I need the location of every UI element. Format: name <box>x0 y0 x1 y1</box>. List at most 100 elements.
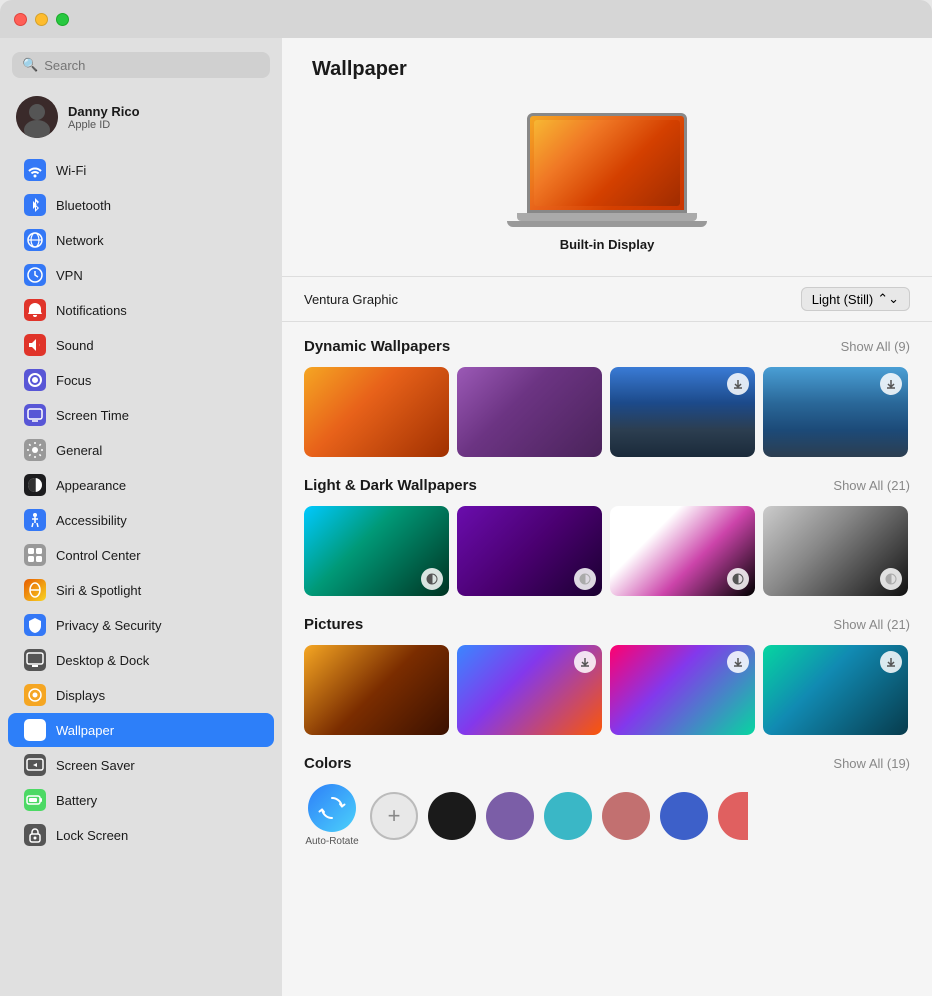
sidebar-item-siri[interactable]: Siri & Spotlight <box>8 573 274 607</box>
dynamic-thumb-4[interactable] <box>763 367 908 457</box>
mode-badge-4 <box>880 568 902 590</box>
picture-thumb-3[interactable] <box>610 645 755 735</box>
picture-thumb-2[interactable] <box>457 645 602 735</box>
sidebar-label-screensaver: Screen Saver <box>56 758 135 773</box>
search-icon: 🔍 <box>22 57 38 73</box>
download-badge-p3 <box>727 651 749 673</box>
display-preview: Built-in Display <box>282 93 932 276</box>
dynamic-thumb-1[interactable] <box>304 367 449 457</box>
color-swatch-purple[interactable] <box>486 792 534 840</box>
download-badge-p2 <box>574 651 596 673</box>
sidebar-label-sound: Sound <box>56 338 94 353</box>
color-swatch-blue[interactable] <box>660 792 708 840</box>
picture-thumb-1[interactable] <box>304 645 449 735</box>
picture-thumb-4[interactable] <box>763 645 908 735</box>
pictures-show-all[interactable]: Show All (21) <box>833 617 910 632</box>
titlebar <box>0 0 932 38</box>
privacy-icon <box>24 614 46 636</box>
sidebar-item-screensaver[interactable]: Screen Saver <box>8 748 274 782</box>
sidebar-item-wallpaper[interactable]: Wallpaper <box>8 713 274 747</box>
color-swatch-partial <box>718 792 748 840</box>
laptop-bottom <box>507 221 707 227</box>
sidebar-item-sound[interactable]: Sound <box>8 328 274 362</box>
maximize-button[interactable] <box>56 13 69 26</box>
sidebar-label-notifications: Notifications <box>56 303 127 318</box>
close-button[interactable] <box>14 13 27 26</box>
sidebar-label-privacy: Privacy & Security <box>56 618 161 633</box>
sidebar-label-bluetooth: Bluetooth <box>56 198 111 213</box>
search-bar[interactable]: 🔍 <box>12 52 270 78</box>
sidebar-item-network[interactable]: Network <box>8 223 274 257</box>
minimize-button[interactable] <box>35 13 48 26</box>
sidebar-label-siri: Siri & Spotlight <box>56 583 141 598</box>
add-color-button[interactable]: + <box>370 792 418 840</box>
bluetooth-icon <box>24 194 46 216</box>
sidebar-item-vpn[interactable]: VPN <box>8 258 274 292</box>
user-subtitle: Apple ID <box>68 119 140 131</box>
sidebar-item-displays[interactable]: Displays <box>8 678 274 712</box>
appearance-icon <box>24 474 46 496</box>
color-swatch-black[interactable] <box>428 792 476 840</box>
sidebar-label-screentime: Screen Time <box>56 408 129 423</box>
sidebar-item-wifi[interactable]: Wi-Fi <box>8 153 274 187</box>
sidebar-label-wallpaper: Wallpaper <box>56 723 114 738</box>
lightdark-show-all[interactable]: Show All (21) <box>833 478 910 493</box>
sidebar-item-general[interactable]: General <box>8 433 274 467</box>
dynamic-wallpapers-section: Dynamic Wallpapers Show All (9) <box>282 338 932 477</box>
sound-icon <box>24 334 46 356</box>
general-icon <box>24 439 46 461</box>
lightdark-section-header: Light & Dark Wallpapers Show All (21) <box>304 477 910 494</box>
wallpaper-style-label: Light (Still) <box>812 292 873 307</box>
battery-icon <box>24 789 46 811</box>
dynamic-thumb-3[interactable] <box>610 367 755 457</box>
sidebar-item-focus[interactable]: Focus <box>8 363 274 397</box>
lightdark-thumb-2[interactable] <box>457 506 602 596</box>
focus-icon <box>24 369 46 391</box>
sidebar-label-desktop: Desktop & Dock <box>56 653 149 668</box>
sidebar-item-notifications[interactable]: Notifications <box>8 293 274 327</box>
colors-show-all[interactable]: Show All (19) <box>833 756 910 771</box>
sidebar-label-network: Network <box>56 233 104 248</box>
chevron-updown-icon: ⌃⌄ <box>877 291 899 307</box>
colors-section-title: Colors <box>304 755 352 772</box>
lightdark-thumb-3[interactable] <box>610 506 755 596</box>
pictures-section: Pictures Show All (21) <box>282 616 932 755</box>
wallpaper-icon <box>24 719 46 741</box>
auto-rotate-label: Auto-Rotate <box>305 836 358 847</box>
dynamic-section-title: Dynamic Wallpapers <box>304 338 450 355</box>
sidebar-item-screentime[interactable]: Screen Time <box>8 398 274 432</box>
sidebar-item-appearance[interactable]: Appearance <box>8 468 274 502</box>
current-wallpaper-name: Ventura Graphic <box>304 292 398 307</box>
search-input[interactable] <box>44 58 260 73</box>
dynamic-thumb-2[interactable] <box>457 367 602 457</box>
sidebar-item-controlcenter[interactable]: Control Center <box>8 538 274 572</box>
user-name: Danny Rico <box>68 104 140 119</box>
sidebar-item-accessibility[interactable]: Accessibility <box>8 503 274 537</box>
color-swatch-rose[interactable] <box>602 792 650 840</box>
sidebar-item-privacy[interactable]: Privacy & Security <box>8 608 274 642</box>
mode-badge-1 <box>421 568 443 590</box>
sidebar-item-bluetooth[interactable]: Bluetooth <box>8 188 274 222</box>
user-profile[interactable]: Danny Rico Apple ID <box>0 88 282 146</box>
sidebar-label-displays: Displays <box>56 688 105 703</box>
lightdark-thumb-4[interactable] <box>763 506 908 596</box>
auto-rotate-button[interactable]: Auto-Rotate <box>304 784 360 847</box>
sidebar-label-lockscreen: Lock Screen <box>56 828 128 843</box>
user-info: Danny Rico Apple ID <box>68 104 140 131</box>
sidebar-label-accessibility: Accessibility <box>56 513 127 528</box>
dynamic-show-all[interactable]: Show All (9) <box>841 339 910 354</box>
app-container: 🔍 Danny Rico Apple ID <box>0 38 932 996</box>
mode-badge-2 <box>574 568 596 590</box>
lightdark-wallpaper-grid <box>304 506 910 596</box>
main-content: Wallpaper Built-in Display Ventura Graph… <box>282 38 932 996</box>
sidebar-item-desktop[interactable]: Desktop & Dock <box>8 643 274 677</box>
wallpaper-style-select[interactable]: Light (Still) ⌃⌄ <box>801 287 910 311</box>
settings-bar: Ventura Graphic Light (Still) ⌃⌄ <box>282 276 932 322</box>
lightdark-thumb-1[interactable] <box>304 506 449 596</box>
auto-rotate-icon <box>308 784 356 832</box>
color-swatch-teal[interactable] <box>544 792 592 840</box>
dynamic-wallpaper-grid <box>304 367 910 457</box>
sidebar-item-lockscreen[interactable]: Lock Screen <box>8 818 274 852</box>
sidebar-item-battery[interactable]: Battery <box>8 783 274 817</box>
sidebar-label-battery: Battery <box>56 793 97 808</box>
